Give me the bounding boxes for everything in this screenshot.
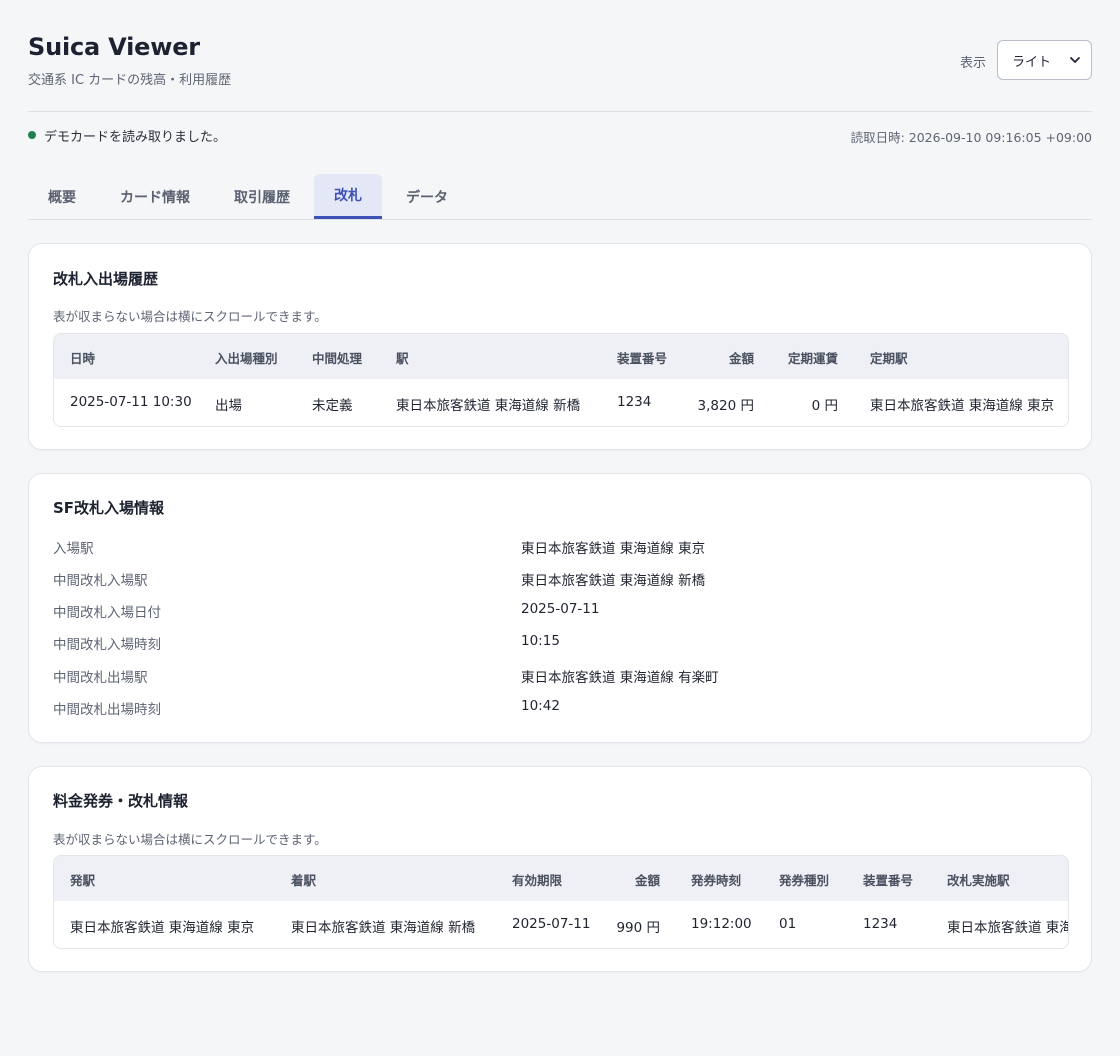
col-entry-type: 入出場種別 [215, 351, 278, 366]
col-pass-station: 定期駅 [870, 351, 908, 366]
kv-key: 中間改札入場日付 [53, 605, 161, 621]
status-message: デモカードを読み取りました。 [44, 130, 227, 145]
col-station: 駅 [396, 351, 409, 366]
tab-card-info[interactable]: カード情報 [104, 174, 206, 219]
fare-ticket-card: 料金発券・改札情報 表が収まらない場合は横にスクロールできます。 発駅 着駅 有… [28, 766, 1092, 972]
table-row: 2025-07-11 10:30 出場 未定義 東日本旅客鉄道 東海道線 新橋 … [54, 379, 1068, 426]
kv-value: 2025-07-11 [521, 601, 600, 617]
tab-gate[interactable]: 改札 [314, 174, 382, 219]
kv-key: 中間改札入場時刻 [53, 637, 161, 653]
status-dot-icon [28, 131, 36, 139]
cell-intermediate: 未定義 [312, 398, 353, 414]
cell-device: 1234 [617, 394, 652, 410]
col-issue-time: 発券時刻 [691, 873, 742, 888]
cell-gate-station: 東日本旅客鉄道 東海道線 東京 [947, 920, 1068, 936]
cell-issue-type: 01 [779, 916, 797, 932]
col-amount: 金額 [634, 873, 660, 888]
status-bar: デモカードを読み取りました。 読取日時: 2026-09-10 09:16:05… [28, 112, 1092, 156]
app-header: Suica Viewer 交通系 IC カードの残高・利用履歴 表示 ライト [28, 0, 1092, 112]
col-destination: 着駅 [291, 873, 317, 888]
cell-device: 1234 [863, 916, 898, 932]
gate-history-title: 改札入出場履歴 [53, 270, 159, 288]
col-pass-fare: 定期運賃 [787, 351, 838, 366]
kv-value: 東日本旅客鉄道 東海道線 新橋 [521, 573, 706, 589]
app-subtitle: 交通系 IC カードの残高・利用履歴 [28, 73, 232, 88]
gate-history-table[interactable]: 日時 入出場種別 中間処理 駅 装置番号 金額 定期運賃 定期駅 2025-07… [53, 333, 1069, 427]
col-intermediate: 中間処理 [312, 351, 363, 366]
col-device: 装置番号 [617, 351, 668, 366]
kv-key: 中間改札出場駅 [53, 670, 148, 686]
tab-transactions[interactable]: 取引履歴 [218, 174, 306, 219]
tab-data[interactable]: データ [394, 174, 460, 219]
tab-bar: 概要 カード情報 取引履歴 改札 データ [28, 156, 1092, 220]
display-mode-value: ライト [1012, 54, 1052, 70]
cell-station: 東日本旅客鉄道 東海道線 新橋 [396, 398, 581, 414]
kv-key: 入場駅 [53, 541, 94, 557]
table-header: 発駅 着駅 有効期限 金額 発券時刻 発券種別 装置番号 改札実施駅 [54, 856, 1068, 901]
cell-pass-station: 東日本旅客鉄道 東海道線 東京 [870, 398, 1055, 414]
sf-entry-title: SF改札入場情報 [53, 499, 165, 517]
cell-origin: 東日本旅客鉄道 東海道線 東京 [70, 920, 255, 936]
app-title: Suica Viewer [28, 33, 200, 61]
col-device: 装置番号 [863, 873, 914, 888]
cell-pass-fare: 0 円 [811, 398, 838, 414]
cell-destination: 東日本旅客鉄道 東海道線 新橋 [291, 920, 476, 936]
table-row: 東日本旅客鉄道 東海道線 東京 東日本旅客鉄道 東海道線 新橋 2025-07-… [54, 901, 1068, 948]
col-amount: 金額 [728, 351, 754, 366]
kv-value: 東日本旅客鉄道 東海道線 東京 [521, 541, 706, 557]
cell-entry-type: 出場 [215, 398, 242, 414]
display-mode-label: 表示 [959, 56, 986, 71]
kv-value: 10:42 [521, 698, 560, 714]
kv-value: 東日本旅客鉄道 東海道線 有楽町 [521, 670, 719, 686]
kv-key: 中間改札出場時刻 [53, 702, 161, 718]
cell-amount: 3,820 円 [697, 398, 754, 414]
col-origin: 発駅 [70, 873, 96, 888]
fare-ticket-table[interactable]: 発駅 着駅 有効期限 金額 発券時刻 発券種別 装置番号 改札実施駅 東日本旅客… [53, 855, 1069, 949]
tab-overview[interactable]: 概要 [28, 174, 96, 219]
col-issue-type: 発券種別 [779, 873, 830, 888]
cell-datetime: 2025-07-11 10:30 [70, 394, 192, 410]
col-gate-station: 改札実施駅 [947, 873, 1010, 888]
kv-value: 10:15 [521, 633, 560, 649]
col-expiry: 有効期限 [512, 873, 563, 888]
scroll-hint: 表が収まらない場合は横にスクロールできます。 [53, 309, 327, 324]
read-timestamp: 読取日時: 2026-09-10 09:16:05 +09:00 [850, 130, 1092, 145]
table-header: 日時 入出場種別 中間処理 駅 装置番号 金額 定期運賃 定期駅 [54, 334, 1068, 379]
fare-ticket-title: 料金発券・改札情報 [53, 792, 189, 810]
cell-expiry: 2025-07-11 [512, 916, 591, 932]
sf-entry-card: SF改札入場情報 入場駅 東日本旅客鉄道 東海道線 東京 中間改札入場駅 東日本… [28, 473, 1092, 743]
cell-amount: 990 円 [616, 920, 660, 936]
gate-history-card: 改札入出場履歴 表が収まらない場合は横にスクロールできます。 日時 入出場種別 … [28, 243, 1092, 450]
cell-issue-time: 19:12:00 [691, 916, 752, 932]
chevron-down-icon [1070, 57, 1080, 63]
display-mode-select[interactable]: ライト [997, 40, 1092, 80]
scroll-hint: 表が収まらない場合は横にスクロールできます。 [53, 832, 327, 847]
col-datetime: 日時 [70, 351, 96, 366]
kv-key: 中間改札入場駅 [53, 573, 148, 589]
